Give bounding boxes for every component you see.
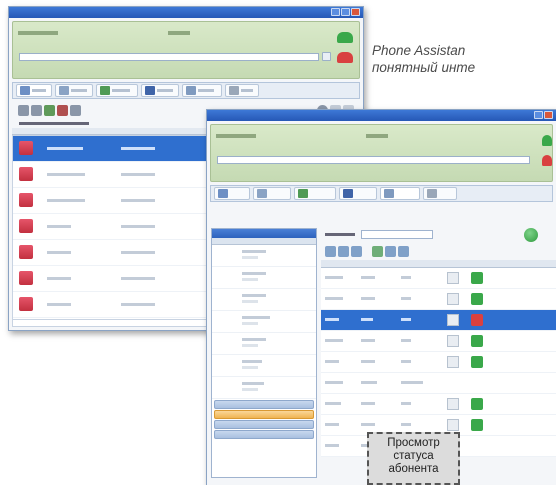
hangup-icon[interactable]	[542, 155, 552, 166]
status-icon[interactable]	[471, 293, 483, 305]
table-row[interactable]	[321, 289, 556, 310]
tab-messages[interactable]	[339, 187, 377, 200]
maximize-icon[interactable]	[341, 8, 350, 16]
group-panel-header	[212, 229, 316, 238]
tab-contacts[interactable]	[294, 187, 336, 200]
table-row[interactable]	[321, 373, 556, 394]
edit-contact-icon[interactable]	[31, 105, 42, 116]
lcd-display	[18, 28, 329, 48]
tab-settings[interactable]	[423, 187, 457, 200]
filter-row	[321, 228, 556, 242]
main-tabs	[12, 82, 360, 99]
grid-header	[321, 260, 556, 268]
group-item[interactable]	[212, 311, 316, 333]
group-item[interactable]	[212, 333, 316, 355]
close-icon[interactable]	[544, 111, 553, 119]
number-input[interactable]	[19, 53, 319, 61]
promo-line-1: Phone Assistan	[372, 43, 466, 58]
contact-avatar-icon	[19, 219, 33, 233]
tab-presence[interactable]	[380, 187, 420, 200]
phone-icon[interactable]	[447, 356, 459, 368]
phone-icon[interactable]	[447, 335, 459, 347]
hangup-icon[interactable]	[337, 52, 353, 63]
filter-select[interactable]	[361, 230, 433, 239]
edit-contact-icon[interactable]	[338, 245, 349, 257]
table-row[interactable]	[321, 331, 556, 352]
call-button-icon[interactable]	[524, 228, 538, 242]
delete-contact-icon[interactable]	[57, 105, 68, 116]
status-icon[interactable]	[471, 356, 483, 368]
table-row[interactable]	[321, 310, 556, 331]
promo-text: Phone Assistan понятный инте	[372, 42, 556, 76]
tab-settings[interactable]	[225, 84, 259, 97]
promo-line-2: понятный инте	[372, 60, 476, 75]
contacts-window-titlebar[interactable]	[207, 110, 556, 121]
group-button-3[interactable]	[214, 420, 314, 429]
contacts-toolbar	[321, 242, 556, 260]
call-contact-icon[interactable]	[44, 105, 55, 116]
lcd-display	[216, 131, 522, 151]
contact-avatar-icon	[19, 141, 33, 155]
callout-line-1: Просмотр	[387, 437, 440, 449]
dial-button[interactable]	[322, 52, 331, 61]
main-tabs	[210, 185, 553, 202]
print-icon[interactable]	[398, 245, 409, 257]
group-button-4[interactable]	[214, 430, 314, 439]
table-row[interactable]	[321, 352, 556, 373]
phone-icon[interactable]	[447, 293, 459, 305]
phone-icon[interactable]	[447, 398, 459, 410]
phone-icon[interactable]	[447, 419, 459, 431]
tab-contacts[interactable]	[96, 84, 138, 97]
minimize-icon[interactable]	[534, 111, 543, 119]
contact-avatar-icon	[19, 297, 33, 311]
contact-avatar-icon	[19, 271, 33, 285]
group-button-1[interactable]	[214, 400, 314, 409]
import-icon[interactable]	[372, 245, 383, 257]
status-icon[interactable]	[471, 419, 483, 431]
table-row[interactable]	[321, 268, 556, 289]
group-item[interactable]	[212, 289, 316, 311]
tab-phone[interactable]	[214, 187, 250, 200]
contact-avatar-icon	[19, 245, 33, 259]
status-callout: Просмотр статуса абонента	[367, 432, 460, 485]
add-contact-icon[interactable]	[325, 245, 336, 257]
status-icon[interactable]	[471, 398, 483, 410]
group-item[interactable]	[212, 245, 316, 267]
tab-presence[interactable]	[182, 84, 222, 97]
status-icon[interactable]	[471, 314, 483, 326]
status-icon[interactable]	[471, 272, 483, 284]
phone-icon[interactable]	[447, 314, 459, 326]
call-icon[interactable]	[542, 135, 552, 146]
tab-log[interactable]	[55, 84, 93, 97]
contact-avatar-icon	[19, 167, 33, 181]
table-row[interactable]	[321, 394, 556, 415]
phone-panel	[210, 124, 553, 182]
group-panel-columns	[212, 238, 316, 245]
phone-panel	[12, 21, 360, 79]
group-item[interactable]	[212, 377, 316, 399]
group-item[interactable]	[212, 355, 316, 377]
phone-icon[interactable]	[447, 272, 459, 284]
group-panel	[211, 228, 317, 478]
minimize-icon[interactable]	[331, 8, 340, 16]
number-input[interactable]	[217, 156, 530, 164]
export-icon[interactable]	[385, 245, 396, 257]
contact-avatar-icon	[19, 193, 33, 207]
tab-phone[interactable]	[16, 84, 52, 97]
callout-line-3: абонента	[388, 463, 439, 475]
tab-messages[interactable]	[141, 84, 179, 97]
group-button-2[interactable]	[214, 410, 314, 419]
callout-line-2: статуса	[393, 450, 434, 462]
status-icon[interactable]	[471, 335, 483, 347]
tab-log[interactable]	[253, 187, 291, 200]
delete-contact-icon[interactable]	[351, 245, 362, 257]
new-contact-icon[interactable]	[18, 105, 29, 116]
main-window-titlebar[interactable]	[9, 7, 363, 18]
group-item[interactable]	[212, 267, 316, 289]
group-icon[interactable]	[70, 105, 81, 116]
close-icon[interactable]	[351, 8, 360, 16]
contacts-window	[206, 109, 556, 485]
call-icon[interactable]	[337, 32, 353, 43]
